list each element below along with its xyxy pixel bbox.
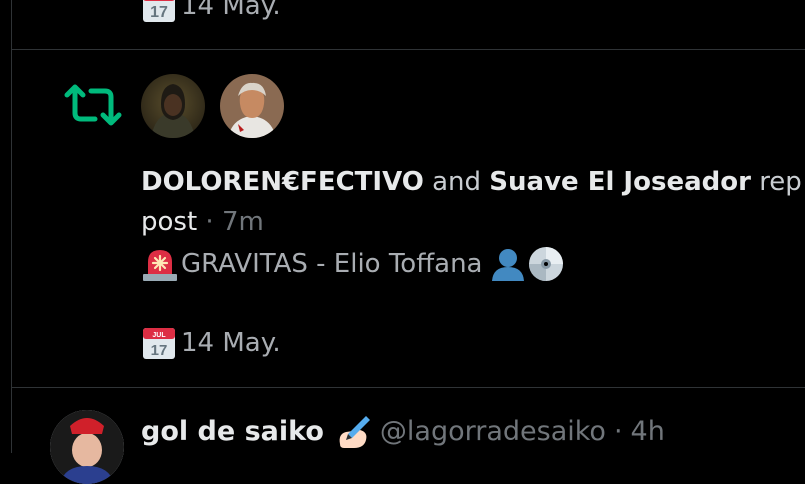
retweet-icon: [64, 84, 122, 126]
author-avatar[interactable]: [50, 410, 124, 484]
post-content-text: GRAVITAS - Elio Toffana: [181, 249, 483, 279]
post-header: gol de saiko @lagorradesaiko · 4h: [141, 412, 665, 452]
calendar-icon: JUL 17: [143, 328, 175, 359]
post-date-text: 14 May.: [181, 328, 281, 358]
reposter-2-name[interactable]: Suave El Joseador: [489, 167, 751, 197]
meta-separator: ·: [205, 207, 214, 237]
writing-hand-icon: [339, 416, 370, 448]
siren-icon: [143, 250, 177, 281]
previous-post-date-text: 14 May.: [181, 0, 281, 21]
reposter-2-avatar[interactable]: [220, 74, 284, 138]
previous-post-date: 17 14 May.: [141, 0, 281, 24]
divider: [11, 49, 805, 50]
post-content: GRAVITAS - Elio Toffana: [141, 244, 564, 284]
repost-time[interactable]: 7m: [222, 207, 264, 237]
reposter-1-avatar[interactable]: [141, 74, 205, 138]
author-handle[interactable]: @lagorradesaiko: [380, 412, 606, 452]
svg-text:17: 17: [151, 342, 168, 359]
timeline-border: [11, 0, 12, 453]
bust-icon: [492, 249, 525, 281]
svg-text:17: 17: [150, 4, 168, 21]
svg-text:JUL: JUL: [152, 332, 166, 339]
repost-action-partial: rep: [759, 167, 802, 197]
divider: [11, 387, 805, 388]
calendar-icon: 17: [143, 0, 175, 22]
repost-action-wrapped: post: [141, 207, 198, 237]
disc-icon: [529, 247, 564, 281]
repost-attribution: DOLOREN€FECTIVO and Suave El Joseador re…: [141, 162, 802, 202]
author-name[interactable]: gol de saiko: [141, 412, 324, 452]
meta-separator: ·: [613, 416, 623, 447]
post-date: JUL 17 14 May.: [141, 323, 281, 363]
repost-connector: and: [432, 167, 482, 197]
post-time[interactable]: 4h: [631, 412, 665, 452]
repost-meta: post · 7m: [141, 202, 264, 242]
reposter-1-name[interactable]: DOLOREN€FECTIVO: [141, 167, 424, 197]
